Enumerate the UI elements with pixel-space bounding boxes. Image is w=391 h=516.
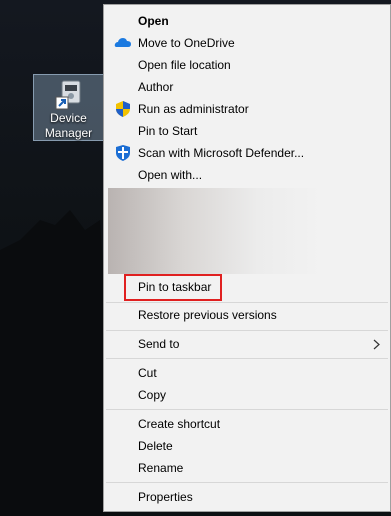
menu-item-run-as-administrator[interactable]: Run as administrator — [104, 98, 390, 120]
separator — [106, 358, 388, 359]
blurred-region — [108, 188, 322, 274]
menu-item-properties[interactable]: Properties — [104, 486, 390, 508]
chevron-right-icon — [373, 339, 380, 350]
menu-item-restore-previous-versions[interactable]: Restore previous versions — [104, 304, 390, 326]
menu-item-pin-to-start[interactable]: Pin to Start — [104, 120, 390, 142]
menu-item-send-to[interactable]: Send to — [104, 333, 390, 355]
menu-item-create-shortcut[interactable]: Create shortcut — [104, 413, 390, 435]
defender-shield-icon — [116, 145, 130, 161]
menu-item-scan-with-defender[interactable]: Scan with Microsoft Defender... — [104, 142, 390, 164]
cloud-icon — [114, 38, 131, 47]
menu-item-open-with[interactable]: Open with... — [104, 164, 390, 186]
device-manager-icon — [55, 80, 81, 110]
menu-item-copy[interactable]: Copy — [104, 384, 390, 406]
menu-item-open[interactable]: Open — [104, 10, 390, 32]
separator — [106, 482, 388, 483]
highlight-box — [124, 274, 222, 301]
menu-item-author[interactable]: Author — [104, 76, 390, 98]
desktop-icon-label: Device Manager — [44, 111, 93, 140]
menu-item-delete[interactable]: Delete — [104, 435, 390, 457]
separator — [106, 302, 388, 303]
menu-item-rename[interactable]: Rename — [104, 457, 390, 479]
context-menu: Open Move to OneDrive Open file location… — [103, 4, 391, 512]
desktop-icon-device-manager[interactable]: Device Manager — [33, 74, 104, 141]
menu-item-move-to-onedrive[interactable]: Move to OneDrive — [104, 32, 390, 54]
separator — [106, 409, 388, 410]
uac-shield-icon — [116, 101, 130, 117]
menu-item-cut[interactable]: Cut — [104, 362, 390, 384]
menu-item-open-file-location[interactable]: Open file location — [104, 54, 390, 76]
separator — [106, 330, 388, 331]
